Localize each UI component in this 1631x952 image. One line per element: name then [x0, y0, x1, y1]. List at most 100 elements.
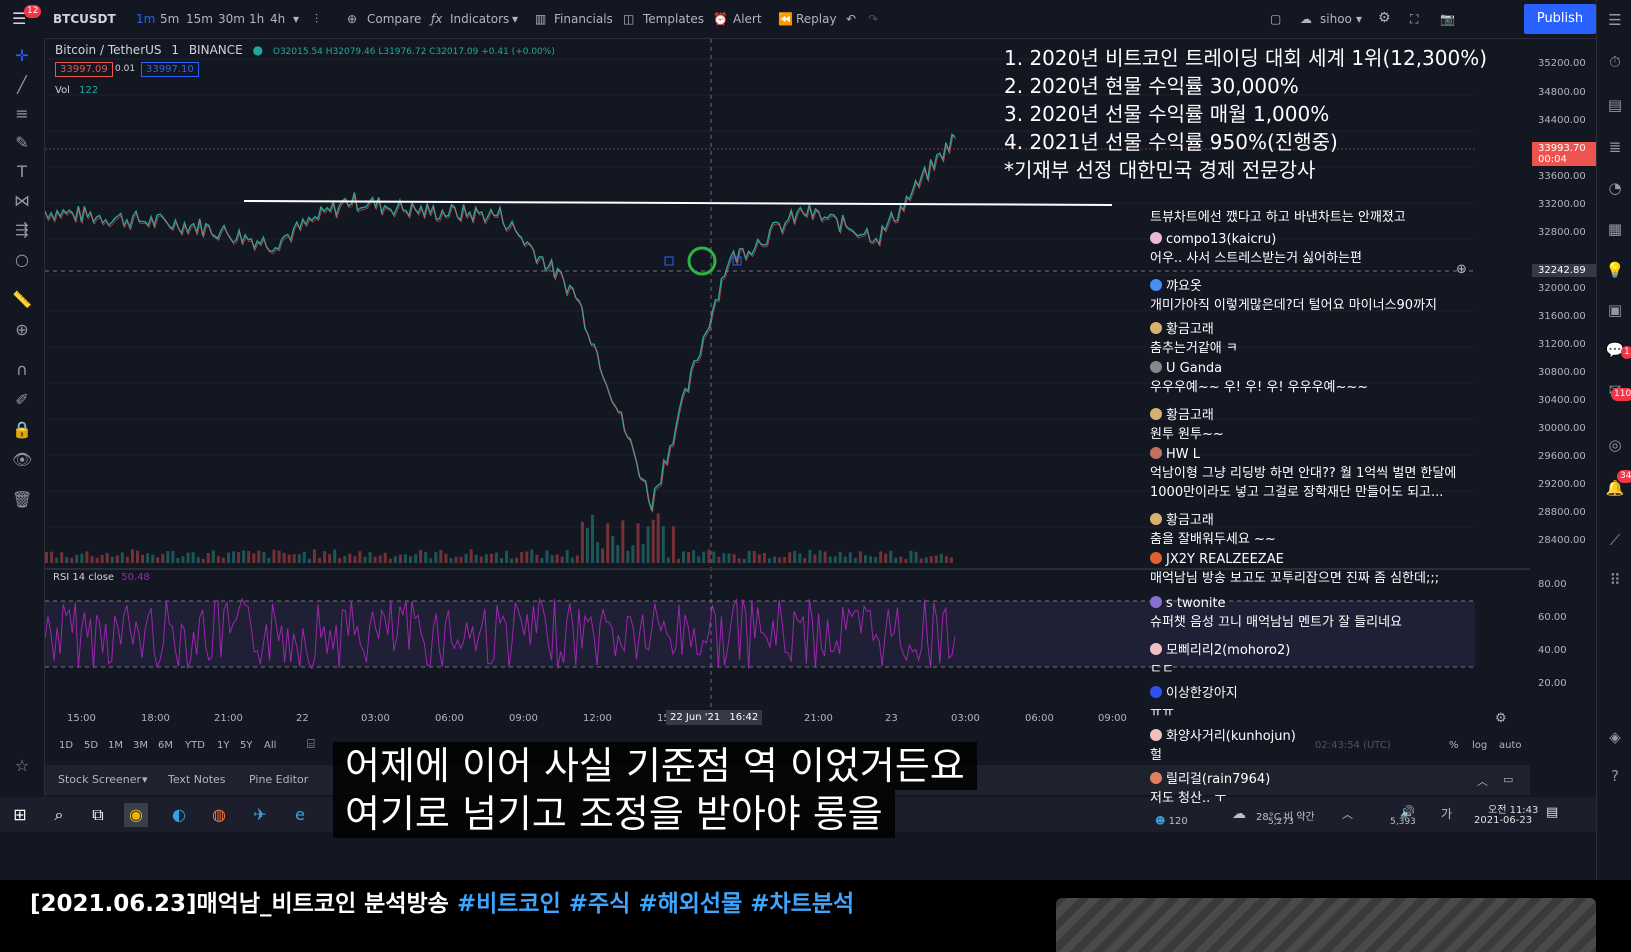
range-ytd[interactable]: YTD [185, 740, 205, 751]
range-1m[interactable]: 1M [108, 740, 123, 751]
tab-pine-editor[interactable]: Pine Editor [249, 773, 308, 786]
publish-button[interactable]: Publish [1524, 4, 1596, 34]
notification-center-icon[interactable]: ▤ [1546, 805, 1558, 820]
fullscreen-icon[interactable]: ⛶ [1410, 12, 1418, 27]
eye-icon[interactable]: 👁 [12, 450, 32, 470]
fib-icon[interactable]: ≡ [12, 104, 32, 124]
calendar-icon[interactable]: ▦ [1605, 219, 1625, 239]
chevron-down-icon[interactable]: ▾ [142, 773, 148, 786]
range-5d[interactable]: 5D [84, 740, 98, 751]
prediction-icon[interactable]: ⇶ [12, 220, 32, 240]
interval-1m[interactable]: 1m [136, 12, 155, 26]
sell-price-button[interactable]: 33997.09 [55, 62, 113, 77]
tab-text-notes[interactable]: Text Notes [168, 773, 226, 786]
pattern-icon[interactable]: ⋈ [12, 191, 32, 211]
volume-bar [656, 513, 660, 563]
range-5y[interactable]: 5Y [240, 740, 252, 751]
camera-icon[interactable]: 📷 [1440, 12, 1455, 26]
chevron-down-icon[interactable]: ▾ [293, 12, 299, 26]
chrome-icon[interactable]: ◉ [124, 803, 148, 827]
zoom-icon[interactable]: ⊕ [12, 320, 32, 340]
trend-line-icon[interactable]: ╱ [12, 75, 32, 95]
date-range-icon[interactable]: ⌸ [307, 737, 315, 752]
text-tool-icon[interactable]: T [12, 162, 32, 182]
rsi-label[interactable]: RSI 14 close [53, 572, 114, 583]
range-1d[interactable]: 1D [59, 740, 73, 751]
taskbar-time[interactable]: 오전 11:43 [1488, 801, 1538, 816]
taskbar-date[interactable]: 2021-06-23 [1474, 815, 1532, 826]
interval-5m[interactable]: 5m [160, 12, 179, 26]
volume-label[interactable]: Vol [55, 85, 70, 96]
stay-drawing-icon[interactable]: ✐ [12, 390, 32, 410]
trading-icon[interactable]: ⟋ [1605, 530, 1625, 550]
crosshair-icon[interactable]: ✛ [12, 46, 32, 66]
gear-icon[interactable]: ⚙ [1378, 10, 1391, 26]
chat-text: 헐 [1150, 748, 1162, 763]
star-icon[interactable]: ☆ [12, 756, 32, 776]
templates-button[interactable]: Templates [643, 12, 704, 26]
user-layout-name[interactable]: sihoo [1320, 12, 1352, 26]
auto-toggle[interactable]: auto [1499, 740, 1522, 751]
indicators-button[interactable]: Indicators [450, 12, 509, 26]
bird-app-icon[interactable]: ✈ [248, 803, 272, 827]
lock-icon[interactable]: 🔒 [12, 420, 32, 440]
current-price-countdown: 00:04 [1538, 154, 1567, 165]
order-panel-icon[interactable]: ⠿ [1605, 570, 1625, 590]
chevron-down-icon[interactable]: ▾ [1356, 12, 1362, 26]
task-view-icon[interactable]: ⧉ [86, 803, 110, 827]
interval-15m[interactable]: 15m [186, 12, 213, 26]
range-all[interactable]: All [264, 740, 276, 751]
hotlist-icon[interactable]: ◔ [1605, 178, 1625, 198]
maximize-panel-icon[interactable]: ▭ [1503, 773, 1513, 786]
firefox-icon[interactable]: ◍ [207, 803, 231, 827]
range-1y[interactable]: 1Y [217, 740, 229, 751]
price-axis[interactable]: 35200.00 34800.00 34400.00 33600.00 3320… [1532, 39, 1598, 729]
symbol-search[interactable]: BTCUSDT [53, 12, 116, 26]
ie-icon[interactable]: e [288, 803, 312, 827]
layers-icon[interactable]: ◈ [1605, 727, 1625, 747]
redo-icon[interactable]: ↷ [868, 12, 878, 26]
help-icon[interactable]: ? [1605, 766, 1625, 786]
alert-button[interactable]: Alert [733, 12, 762, 26]
financials-button[interactable]: Financials [554, 12, 613, 26]
ruler-icon[interactable]: 📏 [12, 290, 32, 310]
broadcast-icon[interactable]: ◎ [1605, 435, 1625, 455]
shapes-icon[interactable]: ○ [12, 250, 32, 270]
gear-icon[interactable]: ⚙ [1495, 711, 1507, 726]
range-6m[interactable]: 6M [158, 740, 173, 751]
interval-1h[interactable]: 1h [249, 12, 264, 26]
range-3m[interactable]: 3M [133, 740, 148, 751]
volume-bar [403, 554, 407, 563]
brush-icon[interactable]: ✎ [12, 133, 32, 153]
thumbnail-strip[interactable] [1056, 898, 1596, 952]
undo-icon[interactable]: ↶ [846, 12, 856, 26]
volume-bar [312, 549, 316, 563]
volume-bar [439, 549, 443, 563]
chevron-down-icon[interactable]: ▾ [512, 12, 518, 26]
rsi-value: 50.48 [121, 572, 150, 583]
time-label: 21:00 [804, 713, 833, 724]
replay-button[interactable]: Replay [796, 12, 837, 26]
video-title[interactable]: [2021.06.23]매억남_비트코인 분석방송 #비트코인 #주식 #해외선… [30, 884, 854, 918]
news-icon[interactable]: ≣ [1605, 137, 1625, 157]
trash-icon[interactable]: 🗑 [12, 490, 32, 510]
watchlist-icon[interactable]: ☰ [1605, 10, 1625, 30]
candles-icon[interactable]: ⫶ [315, 12, 318, 27]
interval-4h[interactable]: 4h [270, 12, 285, 26]
search-icon[interactable]: ⌕ [47, 803, 71, 827]
alert-clock-icon[interactable]: ⏱ [1605, 52, 1625, 72]
compare-button[interactable]: Compare [367, 12, 421, 26]
ideas-icon[interactable]: 💡 [1605, 260, 1625, 280]
video-title-hashtags[interactable]: #비트코인 #주식 #해외선물 #차트분석 [457, 891, 854, 917]
layout-icon[interactable]: ▢ [1270, 12, 1281, 26]
magnet-icon[interactable]: ∩ [12, 360, 32, 380]
buy-price-button[interactable]: 33997.10 [141, 62, 199, 77]
data-window-icon[interactable]: ▤ [1605, 95, 1625, 115]
edge-icon[interactable]: ◐ [167, 803, 191, 827]
legend-title[interactable]: Bitcoin / TetherUS [55, 43, 162, 57]
interval-30m[interactable]: 30m [218, 12, 245, 26]
streams-icon[interactable]: ▣ [1605, 300, 1625, 320]
tab-stock-screener[interactable]: Stock Screener [58, 773, 141, 786]
windows-start-icon[interactable]: ⊞ [8, 803, 32, 827]
plus-circle-icon: ⊕ [347, 12, 358, 26]
